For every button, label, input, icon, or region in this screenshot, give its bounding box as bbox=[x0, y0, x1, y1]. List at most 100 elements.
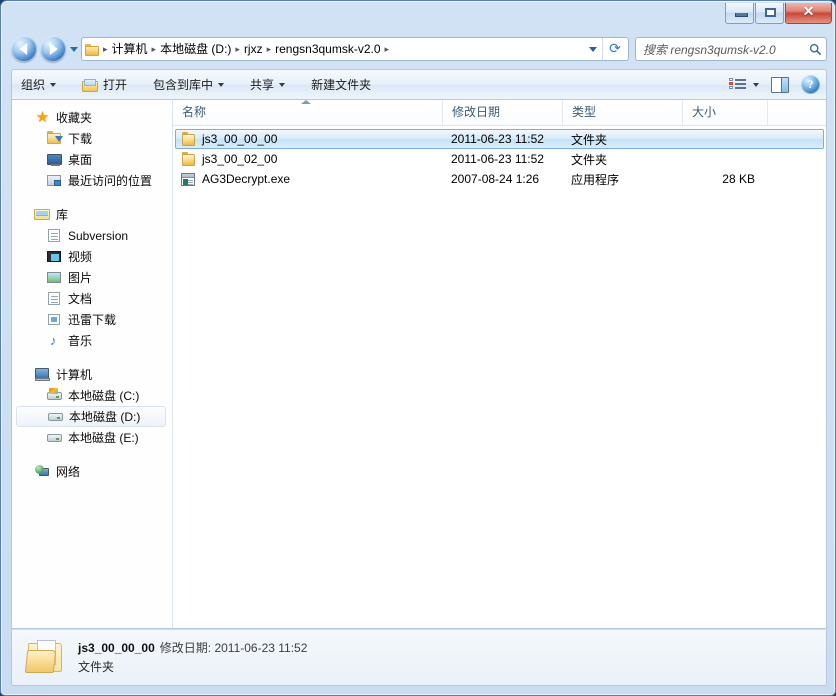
view-line bbox=[735, 87, 746, 89]
file-name-label: js3_00_02_00 bbox=[202, 152, 278, 166]
details-type: 文件夹 bbox=[78, 659, 115, 674]
share-button[interactable]: 共享 bbox=[241, 74, 294, 96]
table-row[interactable]: AG3Decrypt.exe 2007-08-24 1:26 应用程序 28 K… bbox=[175, 169, 824, 189]
column-header-type[interactable]: 类型 bbox=[563, 100, 683, 125]
view-line bbox=[735, 79, 746, 81]
minimize-icon bbox=[735, 13, 748, 17]
address-dropdown-button[interactable] bbox=[584, 38, 602, 60]
video-icon bbox=[46, 249, 63, 264]
sidebar-item-drive-e[interactable]: 本地磁盘 (E:) bbox=[12, 427, 172, 448]
new-folder-button[interactable]: 新建文件夹 bbox=[302, 74, 380, 96]
organize-label: 组织 bbox=[21, 77, 46, 92]
sidebar-group-favorites[interactable]: ★ 收藏夹 bbox=[12, 107, 172, 128]
file-date-cell: 2011-06-23 11:52 bbox=[451, 132, 544, 146]
sidebar-item-drive-c[interactable]: 本地磁盘 (C:) bbox=[12, 385, 172, 406]
sidebar-item-xunlei-downloads[interactable]: 迅雷下载 bbox=[12, 309, 172, 330]
minimize-button[interactable] bbox=[725, 3, 754, 24]
sidebar-item-downloads[interactable]: 下载 bbox=[12, 128, 172, 149]
star-icon: ★ bbox=[35, 109, 50, 126]
details-date-value: 2011-06-23 11:52 bbox=[214, 640, 308, 655]
sidebar-item-label: Subversion bbox=[68, 228, 129, 243]
sort-ascending-icon bbox=[301, 100, 311, 104]
sidebar-item-label: 本地磁盘 (D:) bbox=[69, 410, 141, 424]
command-toolbar: 组织 打开 包含到库中 共享 新建文件夹 ? bbox=[11, 69, 827, 100]
view-dropdown-icon[interactable] bbox=[753, 82, 759, 87]
folder-icon bbox=[180, 131, 197, 147]
sidebar-item-music[interactable]: ♪ 音乐 bbox=[12, 330, 172, 351]
maximize-icon bbox=[765, 8, 776, 17]
sidebar-group-libraries[interactable]: 库 bbox=[12, 204, 172, 225]
address-bar[interactable]: ▸ 计算机 ▸ 本地磁盘 (D:) ▸ rjxz ▸ rengsn3qumsk-… bbox=[81, 37, 629, 61]
maximize-button[interactable] bbox=[755, 3, 784, 24]
breadcrumb-item-computer[interactable]: 计算机 bbox=[109, 38, 151, 60]
table-row[interactable]: js3_00_00_00 2011-06-23 11:52 文件夹 bbox=[175, 129, 824, 149]
history-dropdown-icon[interactable] bbox=[70, 46, 78, 52]
folder-icon bbox=[85, 43, 100, 56]
search-box[interactable]: 搜索 rengsn3qumsk-v2.0 bbox=[635, 37, 827, 61]
desktop-icon bbox=[46, 152, 63, 167]
sidebar-item-label: 音乐 bbox=[68, 334, 93, 348]
view-options-icon[interactable] bbox=[729, 77, 746, 92]
title-bar: ✕ bbox=[1, 1, 835, 31]
open-button[interactable]: 打开 bbox=[73, 74, 136, 96]
sidebar-item-label: 最近访问的位置 bbox=[68, 174, 153, 188]
details-pane: js3_00_00_00 修改日期: 2011-06-23 11:52 文件夹 bbox=[11, 630, 827, 686]
sidebar-item-drive-d[interactable]: 本地磁盘 (D:) bbox=[16, 406, 166, 427]
help-icon[interactable]: ? bbox=[801, 75, 820, 94]
search-icon bbox=[804, 38, 826, 60]
music-icon: ♪ bbox=[50, 333, 57, 348]
column-header-size[interactable]: 大小 bbox=[683, 100, 768, 125]
view-bullet bbox=[729, 86, 733, 89]
table-row[interactable]: js3_00_02_00 2011-06-23 11:52 文件夹 bbox=[175, 149, 824, 169]
include-in-library-button[interactable]: 包含到库中 bbox=[144, 74, 233, 96]
preview-pane-icon[interactable] bbox=[771, 76, 789, 93]
chevron-down-icon bbox=[589, 46, 597, 52]
refresh-button[interactable]: ⟳ bbox=[602, 38, 627, 60]
sidebar-item-subversion[interactable]: Subversion bbox=[12, 225, 172, 246]
sidebar-item-videos[interactable]: 视频 bbox=[12, 246, 172, 267]
file-rows: js3_00_00_00 2011-06-23 11:52 文件夹 js3_00… bbox=[173, 126, 826, 189]
sidebar-group-computer[interactable]: 计算机 bbox=[12, 364, 172, 385]
pictures-icon bbox=[46, 270, 63, 285]
toolbar-right-group: ? bbox=[729, 75, 826, 94]
sidebar-item-label: 迅雷下载 bbox=[68, 313, 117, 327]
column-header-row: 名称 修改日期 类型 大小 bbox=[173, 100, 826, 126]
details-name: js3_00_00_00 bbox=[78, 640, 155, 655]
breadcrumb-item-current[interactable]: rengsn3qumsk-v2.0 bbox=[272, 38, 383, 60]
sidebar-item-documents[interactable]: 文档 bbox=[12, 288, 172, 309]
breadcrumb-separator: ▸ bbox=[384, 44, 390, 54]
window-controls: ✕ bbox=[725, 3, 832, 24]
sidebar-item-label: 桌面 bbox=[68, 153, 93, 167]
sidebar-item-label: 文档 bbox=[68, 292, 93, 306]
application-icon bbox=[180, 172, 197, 187]
sidebar-group-label: 库 bbox=[56, 208, 69, 222]
close-button[interactable]: ✕ bbox=[785, 3, 832, 24]
sidebar-group-label: 网络 bbox=[56, 465, 81, 479]
library-icon bbox=[34, 207, 51, 222]
sidebar-item-label: 本地磁盘 (E:) bbox=[68, 431, 139, 445]
column-header-date[interactable]: 修改日期 bbox=[443, 100, 563, 125]
search-input[interactable]: 搜索 rengsn3qumsk-v2.0 bbox=[636, 41, 804, 58]
breadcrumb-item-rjxz[interactable]: rjxz bbox=[241, 38, 266, 60]
sidebar-item-desktop[interactable]: 桌面 bbox=[12, 149, 172, 170]
sidebar-group-network[interactable]: 网络 bbox=[12, 461, 172, 482]
downloads-icon bbox=[46, 131, 63, 146]
file-type-cell: 应用程序 bbox=[571, 172, 620, 187]
sidebar-item-recent-places[interactable]: 最近访问的位置 bbox=[12, 170, 172, 191]
view-bullet bbox=[729, 82, 733, 85]
view-line bbox=[735, 83, 746, 85]
navigation-buttons bbox=[11, 36, 78, 62]
file-list-pane: 名称 修改日期 类型 大小 js3_00_00_00 2011-06-23 11… bbox=[173, 100, 826, 628]
breadcrumb-item-drive-d[interactable]: 本地磁盘 (D:) bbox=[157, 38, 234, 60]
back-button[interactable] bbox=[11, 36, 37, 62]
file-name-cell: js3_00_02_00 bbox=[176, 151, 444, 167]
organize-button[interactable]: 组织 bbox=[12, 74, 65, 96]
forward-button[interactable] bbox=[40, 36, 66, 62]
view-bullet bbox=[729, 78, 733, 81]
chevron-down-icon bbox=[279, 82, 286, 87]
column-header-name-label: 名称 bbox=[182, 105, 207, 119]
column-header-name[interactable]: 名称 bbox=[173, 100, 443, 125]
details-text: js3_00_00_00 修改日期: 2011-06-23 11:52 文件夹 bbox=[78, 639, 307, 676]
sidebar-item-pictures[interactable]: 图片 bbox=[12, 267, 172, 288]
